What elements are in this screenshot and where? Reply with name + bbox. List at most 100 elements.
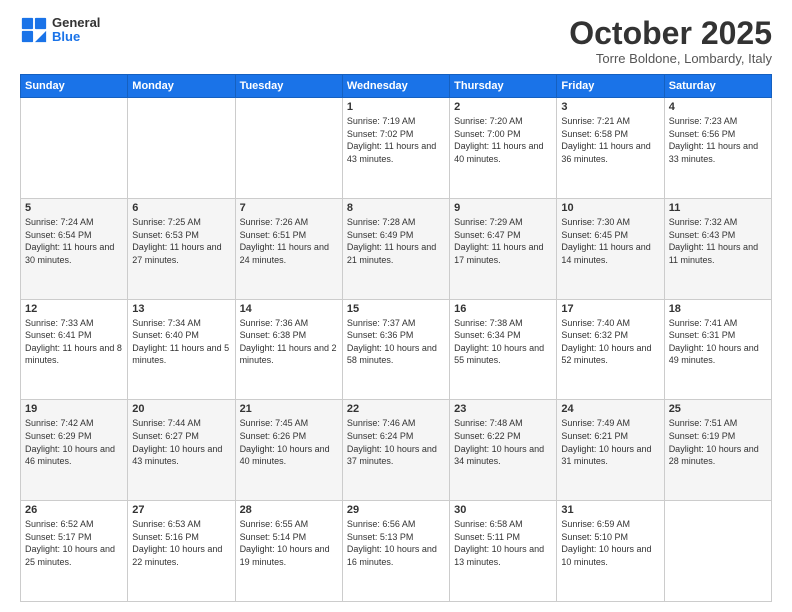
col-saturday: Saturday	[664, 75, 771, 98]
day-info: Sunrise: 7:40 AM Sunset: 6:32 PM Dayligh…	[561, 317, 659, 367]
day-number: 13	[132, 303, 230, 315]
day-number: 31	[561, 504, 659, 516]
calendar-cell: 17 Sunrise: 7:40 AM Sunset: 6:32 PM Dayli…	[557, 299, 664, 400]
calendar-week-row: 12 Sunrise: 7:33 AM Sunset: 6:41 PM Dayli…	[21, 299, 772, 400]
day-number: 24	[561, 403, 659, 415]
day-number: 20	[132, 403, 230, 415]
calendar-cell: 8Sunrise: 7:28 AM Sunset: 6:49 PM Daylig…	[342, 198, 449, 299]
col-monday: Monday	[128, 75, 235, 98]
day-info: Sunrise: 7:26 AM Sunset: 6:51 PM Dayligh…	[240, 216, 338, 266]
day-number: 7	[240, 202, 338, 214]
calendar-cell: 29 Sunrise: 6:56 AM Sunset: 5:13 PM Dayli…	[342, 501, 449, 602]
calendar-table: Sunday Monday Tuesday Wednesday Thursday…	[20, 74, 772, 602]
col-wednesday: Wednesday	[342, 75, 449, 98]
day-number: 14	[240, 303, 338, 315]
day-info: Sunrise: 7:21 AM Sunset: 6:58 PM Dayligh…	[561, 115, 659, 165]
calendar-week-row: 5 Sunrise: 7:24 AM Sunset: 6:54 PM Daylig…	[21, 198, 772, 299]
day-info: Sunrise: 7:51 AM Sunset: 6:19 PM Dayligh…	[669, 417, 767, 467]
calendar-cell: 7 Sunrise: 7:26 AM Sunset: 6:51 PM Daylig…	[235, 198, 342, 299]
calendar-week-row: 26Sunrise: 6:52 AM Sunset: 5:17 PM Dayli…	[21, 501, 772, 602]
day-number: 1	[347, 101, 445, 113]
calendar-cell: 23 Sunrise: 7:48 AM Sunset: 6:22 PM Dayli…	[450, 400, 557, 501]
calendar-cell: 14 Sunrise: 7:36 AM Sunset: 6:38 PM Dayli…	[235, 299, 342, 400]
calendar-cell	[235, 98, 342, 199]
day-number: 18	[669, 303, 767, 315]
calendar-cell: 16 Sunrise: 7:38 AM Sunset: 6:34 PM Dayli…	[450, 299, 557, 400]
day-info: Sunrise: 7:24 AM Sunset: 6:54 PM Dayligh…	[25, 216, 123, 266]
calendar-cell: 11 Sunrise: 7:32 AM Sunset: 6:43 PM Dayli…	[664, 198, 771, 299]
calendar-cell: 10Sunrise: 7:30 AM Sunset: 6:45 PM Dayli…	[557, 198, 664, 299]
calendar-cell: 27Sunrise: 6:53 AM Sunset: 5:16 PM Dayli…	[128, 501, 235, 602]
logo-general: General	[52, 16, 100, 30]
day-info: Sunrise: 7:30 AM Sunset: 6:45 PM Dayligh…	[561, 216, 659, 266]
day-number: 3	[561, 101, 659, 113]
col-sunday: Sunday	[21, 75, 128, 98]
day-number: 5	[25, 202, 123, 214]
day-info: Sunrise: 7:32 AM Sunset: 6:43 PM Dayligh…	[669, 216, 767, 266]
col-tuesday: Tuesday	[235, 75, 342, 98]
logo: General Blue	[20, 16, 100, 45]
day-number: 16	[454, 303, 552, 315]
day-info: Sunrise: 7:45 AM Sunset: 6:26 PM Dayligh…	[240, 417, 338, 467]
day-number: 4	[669, 101, 767, 113]
calendar-cell: 22Sunrise: 7:46 AM Sunset: 6:24 PM Dayli…	[342, 400, 449, 501]
calendar-cell	[21, 98, 128, 199]
day-number: 26	[25, 504, 123, 516]
calendar-header-row: Sunday Monday Tuesday Wednesday Thursday…	[21, 75, 772, 98]
calendar-cell: 31Sunrise: 6:59 AM Sunset: 5:10 PM Dayli…	[557, 501, 664, 602]
day-info: Sunrise: 7:25 AM Sunset: 6:53 PM Dayligh…	[132, 216, 230, 266]
day-number: 30	[454, 504, 552, 516]
day-info: Sunrise: 7:38 AM Sunset: 6:34 PM Dayligh…	[454, 317, 552, 367]
calendar-cell: 3 Sunrise: 7:21 AM Sunset: 6:58 PM Daylig…	[557, 98, 664, 199]
calendar-cell: 9Sunrise: 7:29 AM Sunset: 6:47 PM Daylig…	[450, 198, 557, 299]
day-info: Sunrise: 6:55 AM Sunset: 5:14 PM Dayligh…	[240, 518, 338, 568]
day-number: 12	[25, 303, 123, 315]
day-number: 8	[347, 202, 445, 214]
day-number: 2	[454, 101, 552, 113]
calendar-week-row: 1Sunrise: 7:19 AM Sunset: 7:02 PM Daylig…	[21, 98, 772, 199]
day-number: 21	[240, 403, 338, 415]
day-info: Sunrise: 7:37 AM Sunset: 6:36 PM Dayligh…	[347, 317, 445, 367]
day-info: Sunrise: 6:56 AM Sunset: 5:13 PM Dayligh…	[347, 518, 445, 568]
calendar-cell: 21 Sunrise: 7:45 AM Sunset: 6:26 PM Dayli…	[235, 400, 342, 501]
calendar-cell: 12 Sunrise: 7:33 AM Sunset: 6:41 PM Dayli…	[21, 299, 128, 400]
calendar-cell: 4 Sunrise: 7:23 AM Sunset: 6:56 PM Daylig…	[664, 98, 771, 199]
day-number: 11	[669, 202, 767, 214]
day-info: Sunrise: 7:34 AM Sunset: 6:40 PM Dayligh…	[132, 317, 230, 367]
calendar-cell: 20 Sunrise: 7:44 AM Sunset: 6:27 PM Dayli…	[128, 400, 235, 501]
day-number: 6	[132, 202, 230, 214]
day-number: 27	[132, 504, 230, 516]
calendar-cell: 15Sunrise: 7:37 AM Sunset: 6:36 PM Dayli…	[342, 299, 449, 400]
calendar-cell: 18Sunrise: 7:41 AM Sunset: 6:31 PM Dayli…	[664, 299, 771, 400]
calendar-cell	[664, 501, 771, 602]
day-info: Sunrise: 7:23 AM Sunset: 6:56 PM Dayligh…	[669, 115, 767, 165]
title-section: October 2025 Torre Boldone, Lombardy, It…	[569, 16, 772, 66]
day-number: 25	[669, 403, 767, 415]
calendar-week-row: 19Sunrise: 7:42 AM Sunset: 6:29 PM Dayli…	[21, 400, 772, 501]
day-number: 17	[561, 303, 659, 315]
page-header: General Blue October 2025 Torre Boldone,…	[20, 16, 772, 66]
calendar-cell: 24 Sunrise: 7:49 AM Sunset: 6:21 PM Dayli…	[557, 400, 664, 501]
calendar-cell: 26Sunrise: 6:52 AM Sunset: 5:17 PM Dayli…	[21, 501, 128, 602]
day-info: Sunrise: 7:29 AM Sunset: 6:47 PM Dayligh…	[454, 216, 552, 266]
day-info: Sunrise: 7:33 AM Sunset: 6:41 PM Dayligh…	[25, 317, 123, 367]
day-number: 19	[25, 403, 123, 415]
day-info: Sunrise: 7:44 AM Sunset: 6:27 PM Dayligh…	[132, 417, 230, 467]
calendar-cell: 30 Sunrise: 6:58 AM Sunset: 5:11 PM Dayli…	[450, 501, 557, 602]
day-info: Sunrise: 7:49 AM Sunset: 6:21 PM Dayligh…	[561, 417, 659, 467]
day-number: 23	[454, 403, 552, 415]
calendar-cell: 5 Sunrise: 7:24 AM Sunset: 6:54 PM Daylig…	[21, 198, 128, 299]
day-info: Sunrise: 7:48 AM Sunset: 6:22 PM Dayligh…	[454, 417, 552, 467]
day-number: 29	[347, 504, 445, 516]
calendar-cell: 25 Sunrise: 7:51 AM Sunset: 6:19 PM Dayli…	[664, 400, 771, 501]
calendar-cell	[128, 98, 235, 199]
day-number: 22	[347, 403, 445, 415]
month-title: October 2025	[569, 16, 772, 51]
day-info: Sunrise: 7:36 AM Sunset: 6:38 PM Dayligh…	[240, 317, 338, 367]
day-number: 28	[240, 504, 338, 516]
day-info: Sunrise: 6:58 AM Sunset: 5:11 PM Dayligh…	[454, 518, 552, 568]
calendar-cell: 28 Sunrise: 6:55 AM Sunset: 5:14 PM Dayli…	[235, 501, 342, 602]
calendar-cell: 6 Sunrise: 7:25 AM Sunset: 6:53 PM Daylig…	[128, 198, 235, 299]
day-info: Sunrise: 7:20 AM Sunset: 7:00 PM Dayligh…	[454, 115, 552, 165]
calendar-cell: 13 Sunrise: 7:34 AM Sunset: 6:40 PM Dayli…	[128, 299, 235, 400]
